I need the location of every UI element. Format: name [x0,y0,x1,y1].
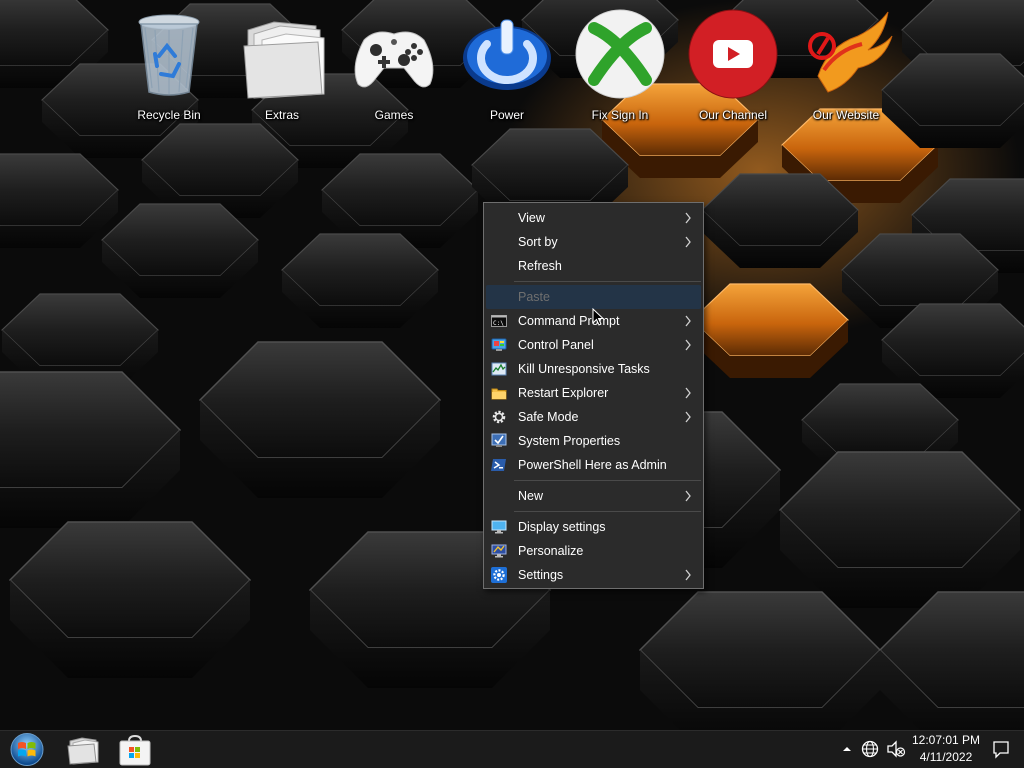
recycle-bin-label: Recycle Bin [137,108,201,122]
games-label: Games [374,108,414,122]
taskbar: 12:07:01 PM 4/11/2022 [0,730,1024,768]
clock-date: 4/11/2022 [919,750,973,764]
system-properties-icon [491,433,507,447]
menu-separator [514,511,701,512]
game-controller-icon [354,31,434,88]
power-icon [463,19,551,90]
folder-icon [491,388,507,400]
our-website-shortcut[interactable]: Our Website [791,6,901,126]
our-channel-label: Our Channel [698,108,768,122]
fix-sign-in-shortcut[interactable]: Fix Sign In [565,6,675,126]
menu-item-label: Display settings [518,520,606,534]
folder-icon [243,21,325,99]
menu-item-powershell-here-as-admin[interactable]: PowerShell Here as Admin [486,453,701,477]
menu-item-label: Refresh [518,259,562,273]
store-icon [119,734,151,766]
network-icon[interactable] [861,740,879,758]
fix-sign-in-label: Fix Sign In [591,108,649,122]
menu-item-kill-unresponsive-tasks[interactable]: Kill Unresponsive Tasks [486,357,701,381]
phoenix-logo-icon [808,11,893,93]
menu-item-label: View [518,211,545,225]
menu-item-label: Safe Mode [518,410,579,424]
windows-orb-icon [10,733,44,766]
display-icon [491,520,507,534]
personalize-icon [491,544,507,558]
settings-gear-icon [491,567,507,583]
chevron-right-icon [685,569,691,581]
desktop-context-menu: View Sort by Refresh Paste C:\ Command P… [483,202,704,589]
menu-item-safe-mode[interactable]: Safe Mode [486,405,701,429]
menu-item-sort-by[interactable]: Sort by [486,230,701,254]
chevron-right-icon [685,212,691,224]
menu-item-label: Kill Unresponsive Tasks [518,362,650,376]
menu-item-label: PowerShell Here as Admin [518,458,667,472]
menu-separator [514,281,701,282]
recycle-bin-shortcut[interactable]: Recycle Bin [114,6,224,126]
chevron-right-icon [685,411,691,423]
menu-item-label: New [518,489,544,503]
menu-item-label: Restart Explorer [518,386,609,400]
desktop[interactable]: Recycle Bin Extras Games Power Fix Sign … [0,0,1024,730]
menu-item-display-settings[interactable]: Display settings [486,515,701,539]
recycle-bin-icon [138,14,200,96]
menu-item-restart-explorer[interactable]: Restart Explorer [486,381,701,405]
svg-text:C:\: C:\ [493,320,504,327]
menu-item-control-panel[interactable]: Control Panel [486,333,701,357]
menu-item-system-properties[interactable]: System Properties [486,429,701,453]
menu-item-settings[interactable]: Settings [486,563,701,587]
volume-muted-icon[interactable] [886,740,906,758]
menu-item-label: Control Panel [518,338,594,352]
start-button[interactable] [4,731,50,768]
file-explorer-icon [67,737,99,765]
xbox-icon [575,9,665,99]
power-label: Power [489,108,524,122]
our-channel-shortcut[interactable]: Our Channel [678,6,788,126]
menu-item-personalize[interactable]: Personalize [486,539,701,563]
chevron-right-icon [685,387,691,399]
youtube-icon [688,9,778,99]
menu-item-label: System Properties [518,434,621,448]
file-explorer-button[interactable] [62,731,104,768]
games-shortcut[interactable]: Games [339,6,449,126]
clock[interactable]: 12:07:01 PM 4/11/2022 [908,732,984,766]
chevron-up-icon[interactable] [841,744,853,754]
store-button[interactable] [114,731,156,768]
notification-icon[interactable] [991,740,1011,759]
menu-item-view[interactable]: View [486,206,701,230]
extras-shortcut[interactable]: Extras [227,6,337,126]
chevron-right-icon [685,315,691,327]
gear-icon [492,410,506,424]
chevron-right-icon [685,490,691,502]
menu-item-paste[interactable]: Paste [486,285,701,309]
menu-item-label: Paste [518,290,550,304]
powershell-icon [491,459,506,471]
our-website-label: Our Website [812,108,880,122]
task-manager-icon [491,362,507,376]
chevron-right-icon [685,236,691,248]
mouse-cursor-icon [592,308,604,326]
menu-separator [514,480,701,481]
power-shortcut[interactable]: Power [452,6,562,126]
menu-item-label: Settings [518,568,564,582]
command-prompt-icon: C:\ [491,315,507,327]
extras-label: Extras [264,108,299,122]
control-panel-icon [491,338,507,351]
menu-item-label: Personalize [518,544,584,558]
chevron-right-icon [685,339,691,351]
clock-time: 12:07:01 PM [911,733,981,747]
menu-item-label: Sort by [518,235,558,249]
menu-item-label: Command Prompt [518,314,620,328]
menu-item-refresh[interactable]: Refresh [486,254,701,278]
menu-item-new[interactable]: New [486,484,701,508]
